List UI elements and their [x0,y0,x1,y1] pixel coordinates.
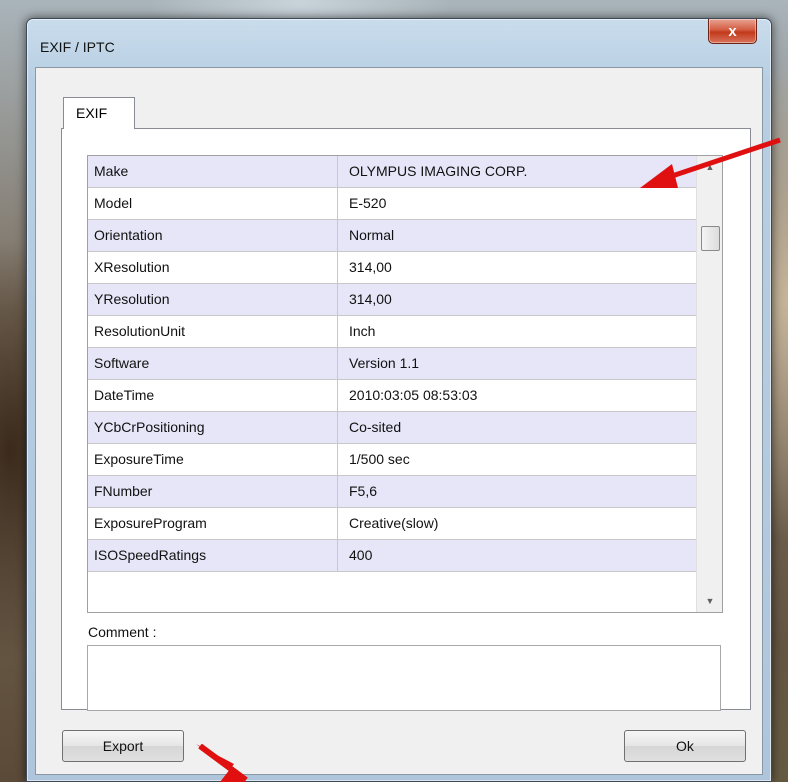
exif-tag-name: ExposureProgram [88,508,338,539]
table-row[interactable]: ResolutionUnit Inch [88,316,722,348]
exif-tag-value: Normal [349,227,395,243]
scroll-thumb[interactable] [701,226,720,251]
exif-tag-value: Creative(slow) [349,515,439,531]
exif-tag-value: Version 1.1 [349,355,420,371]
exif-tag-name: ExposureTime [88,444,338,475]
exif-tag-value: 314,00 [349,259,392,275]
exif-property-grid[interactable]: Make OLYMPUS IMAGING CORP. Model E-520 Orien… [87,155,723,613]
tab-exif-label: EXIF [76,105,108,121]
table-row[interactable]: XResolution 314,00 [88,252,722,284]
exif-tag-value: 314,00 [349,291,392,307]
table-row[interactable]: ExposureProgram Creative(slow) [88,508,722,540]
close-button[interactable]: x [708,19,757,44]
comment-label: Comment : [88,624,157,640]
window-title: EXIF / IPTC [40,39,115,55]
exif-tag-name: DateTime [88,380,338,411]
table-row[interactable]: FNumber F5,6 [88,476,722,508]
exif-tag-name: ResolutionUnit [88,316,338,347]
table-row[interactable]: ISOSpeedRatings 400 [88,540,722,572]
exif-tag-name: ISOSpeedRatings [88,540,338,571]
export-button-label: Export [102,738,144,754]
exif-tag-value: 1/500 sec [349,451,410,467]
exif-tag-name: XResolution [88,252,338,283]
exif-tag-name: Model [88,188,338,219]
vertical-scrollbar[interactable]: ▲ ▼ [696,156,722,612]
exif-tag-name: Software [88,348,338,379]
ok-button-label: Ok [676,738,694,754]
table-row[interactable]: ExposureTime 1/500 sec [88,444,722,476]
annotation-arrow-icon [196,744,250,782]
table-row[interactable]: YResolution 314,00 [88,284,722,316]
exif-tag-name: Make [88,156,338,187]
table-row[interactable]: Orientation Normal [88,220,722,252]
ok-button[interactable]: Ok [624,730,746,762]
exif-tag-name: FNumber [88,476,338,507]
exif-tag-name: Orientation [88,220,338,251]
annotation-arrow-icon [640,137,781,188]
table-row[interactable]: Software Version 1.1 [88,348,722,380]
tab-exif[interactable]: EXIF [63,97,135,129]
exif-tag-name: YResolution [88,284,338,315]
table-row[interactable]: YCbCrPositioning Co-sited [88,412,722,444]
exif-tag-value: 2010:03:05 08:53:03 [349,387,478,403]
exif-tag-value: Inch [349,323,376,339]
exif-tab-panel: Make OLYMPUS IMAGING CORP. Model E-520 Orien… [61,128,751,711]
exif-tag-value: Co-sited [349,419,402,435]
exif-tag-value: F5,6 [349,483,378,499]
exif-rows: Make OLYMPUS IMAGING CORP. Model E-520 Orien… [88,156,722,572]
close-icon: x [728,22,737,40]
table-row[interactable]: DateTime 2010:03:05 08:53:03 [88,380,722,412]
comment-field[interactable] [87,645,721,711]
scroll-down-icon[interactable]: ▼ [697,592,722,610]
exif-tag-name: YCbCrPositioning [88,412,338,443]
exif-tag-value: 400 [349,547,373,563]
export-button[interactable]: Export [62,730,184,762]
